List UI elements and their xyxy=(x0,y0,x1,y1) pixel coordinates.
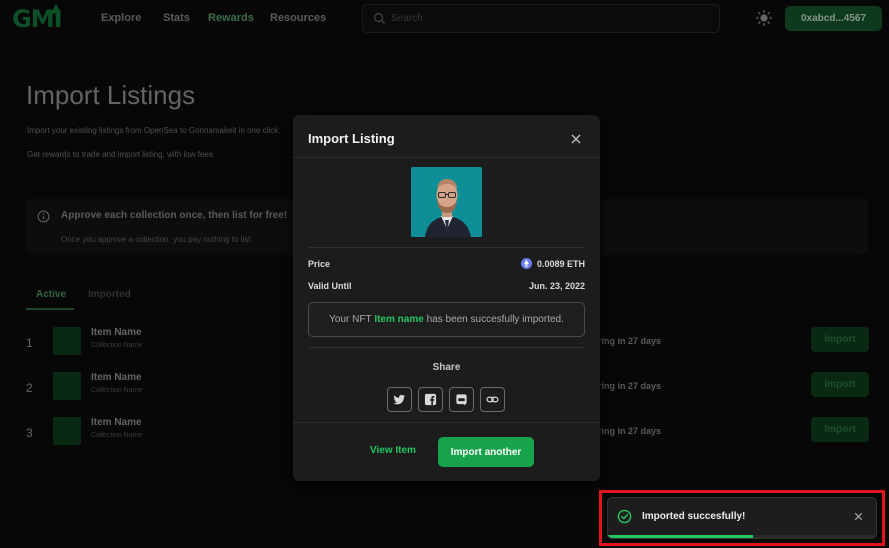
share-discord-button[interactable] xyxy=(449,387,474,412)
nft-portrait xyxy=(411,167,482,237)
toast-progress-bar xyxy=(608,535,753,538)
modal-title: Import Listing xyxy=(308,131,395,146)
discord-icon xyxy=(456,394,467,406)
price-label: Price xyxy=(308,259,331,269)
twitter-icon xyxy=(393,394,406,405)
share-buttons xyxy=(387,387,505,412)
import-status-message: Your NFT Item name has been succesfully … xyxy=(308,302,585,337)
close-icon[interactable] xyxy=(569,132,583,146)
view-item-button[interactable]: View Item xyxy=(370,445,416,456)
toast-message: Imported succesfully! xyxy=(642,511,746,522)
divider xyxy=(293,422,600,423)
share-link-button[interactable] xyxy=(480,387,505,412)
status-suffix: has been succesfully imported. xyxy=(426,314,564,325)
close-icon[interactable] xyxy=(853,511,864,522)
price-value-row: 0.0089 ETH xyxy=(520,258,585,269)
import-listing-modal: Import Listing Price 0.0089 ETH Valid Un… xyxy=(293,115,600,481)
valid-until-label: Valid Until xyxy=(308,281,352,291)
nft-image xyxy=(411,167,482,237)
share-label: Share xyxy=(432,362,461,373)
check-circle-icon xyxy=(617,509,632,524)
status-item-name: Item name xyxy=(374,314,424,325)
valid-until-value: Jun. 23, 2022 xyxy=(528,281,585,291)
eth-icon xyxy=(520,258,532,269)
success-toast: Imported succesfully! xyxy=(607,497,877,539)
share-facebook-button[interactable] xyxy=(418,387,443,412)
link-icon xyxy=(486,396,499,403)
price-value: 0.0089 ETH xyxy=(536,258,585,269)
facebook-icon xyxy=(424,393,437,406)
divider xyxy=(293,157,600,158)
import-another-button[interactable]: Import another xyxy=(438,437,534,467)
status-prefix: Your NFT xyxy=(329,314,372,325)
divider xyxy=(308,347,585,348)
divider xyxy=(308,247,585,248)
share-twitter-button[interactable] xyxy=(387,387,412,412)
